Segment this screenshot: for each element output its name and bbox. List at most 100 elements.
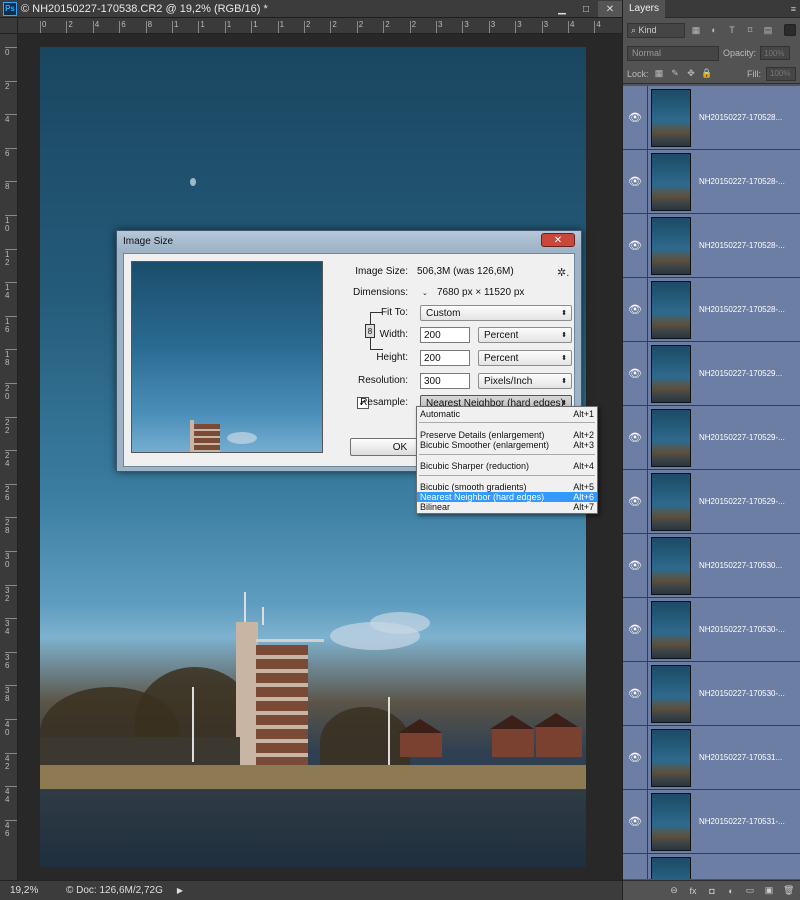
layer-name[interactable]: NH20150227-170530-... xyxy=(699,689,785,698)
layer-row[interactable]: 👁 NH20150227-170528-... xyxy=(623,213,800,278)
layer-thumbnail[interactable] xyxy=(651,472,691,531)
visibility-eye-icon[interactable]: 👁 xyxy=(623,239,647,252)
visibility-eye-icon[interactable]: 👁 xyxy=(623,367,647,380)
layer-row[interactable]: 👁 NH20150227-170530-... xyxy=(623,597,800,662)
visibility-eye-icon[interactable]: 👁 xyxy=(623,495,647,508)
visibility-eye-icon[interactable]: 👁 xyxy=(623,751,647,764)
layer-name[interactable]: NH20150227-170528-... xyxy=(699,241,785,250)
height-input[interactable]: 200 xyxy=(420,350,470,366)
layer-thumbnail[interactable] xyxy=(651,152,691,211)
resample-menu-item[interactable]: Bicubic Smoother (enlargement) Alt+3 xyxy=(417,440,597,450)
link-icon[interactable]: ⊖ xyxy=(669,885,679,896)
layer-row[interactable]: 👁 NH20150227-170529-... xyxy=(623,469,800,534)
close-document-button[interactable]: ✕ xyxy=(598,1,622,17)
adjustment-icon[interactable]: ◐ xyxy=(726,886,736,896)
group-icon[interactable]: ▭ xyxy=(745,885,755,896)
layer-thumbnail[interactable] xyxy=(651,408,691,467)
shape-filter-icon[interactable]: ⌑ xyxy=(743,24,757,37)
layer-row[interactable]: 👁 NH20150227-170528... xyxy=(623,86,800,150)
layer-thumbnail[interactable] xyxy=(651,728,691,787)
dimensions-chevron-icon[interactable]: ⌄ xyxy=(422,289,428,297)
layers-list[interactable]: 👁 NH20150227-170528... 👁 NH20150227-170528-… xyxy=(623,86,800,879)
image-preview[interactable] xyxy=(131,261,323,453)
opacity-field[interactable]: 100% xyxy=(760,46,791,60)
layer-thumbnail[interactable] xyxy=(651,856,691,879)
height-unit-select[interactable]: Percent ⬍ xyxy=(478,350,572,366)
lock-pixels-icon[interactable]: ✎ xyxy=(670,68,681,79)
resample-menu-item[interactable]: Preserve Details (enlargement) Alt+2 xyxy=(417,430,597,440)
resample-menu-item[interactable]: Automatic Alt+1 xyxy=(417,409,597,419)
dimensions-value[interactable]: 7680 px × 11520 px xyxy=(437,287,524,298)
layer-thumbnail[interactable] xyxy=(651,88,691,147)
layer-thumbnail[interactable] xyxy=(651,280,691,339)
layer-row[interactable]: 👁 NH20150227-170528-... xyxy=(623,277,800,342)
layer-thumbnail[interactable] xyxy=(651,216,691,275)
layer-name[interactable]: NH20150227-170531-... xyxy=(699,817,785,826)
pixel-filter-icon[interactable]: ▦ xyxy=(689,24,703,37)
visibility-eye-icon[interactable]: 👁 xyxy=(623,559,647,572)
layer-row[interactable]: 👁 NH20150227-170529-... xyxy=(623,405,800,470)
resolution-input[interactable]: 300 xyxy=(420,373,470,389)
resample-menu-item[interactable]: Bilinear Alt+7 xyxy=(417,502,597,512)
layer-name[interactable]: NH20150227-170529-... xyxy=(699,433,785,442)
layer-name[interactable]: NH20150227-170529... xyxy=(699,369,782,378)
visibility-eye-icon[interactable]: 👁 xyxy=(623,111,647,124)
horizontal-ruler[interactable]: 0 2 4 6 8 1 1 1 1 1 2 2 2 2 2 3 3 3 3 3 4 4 xyxy=(18,18,622,34)
layer-name[interactable]: NH20150227-170529-... xyxy=(699,497,785,506)
minimize-button[interactable]: ▁ xyxy=(550,1,574,17)
tab-layers[interactable]: Layers xyxy=(623,0,666,18)
visibility-eye-icon[interactable]: 👁 xyxy=(623,687,647,700)
filter-kind-select[interactable]: ⌕ Kind xyxy=(627,22,685,38)
dialog-close-button[interactable]: ✕ xyxy=(541,233,575,247)
blend-mode-select[interactable]: Normal xyxy=(627,45,719,61)
status-menu-arrow-icon[interactable]: ▶ xyxy=(177,886,183,895)
maximize-button[interactable]: □ xyxy=(574,1,598,17)
layer-row[interactable]: 👁 xyxy=(623,853,800,879)
resample-menu-item[interactable]: Nearest Neighbor (hard edges) Alt+6 xyxy=(417,492,597,502)
smart-object-filter-icon[interactable]: ▤ xyxy=(761,24,775,37)
layer-row[interactable]: 👁 NH20150227-170529... xyxy=(623,341,800,406)
layer-thumbnail[interactable] xyxy=(651,792,691,851)
layer-row[interactable]: 👁 NH20150227-170530-... xyxy=(623,661,800,726)
layer-name[interactable]: NH20150227-170528-... xyxy=(699,305,785,314)
fx-icon[interactable]: fx xyxy=(688,886,698,896)
width-input[interactable]: 200 xyxy=(420,327,470,343)
layer-thumbnail[interactable] xyxy=(651,600,691,659)
new-layer-icon[interactable]: ▣ xyxy=(764,885,774,896)
gear-icon[interactable]: ✲. xyxy=(557,266,569,279)
resample-menu-item[interactable]: Bicubic (smooth gradients) Alt+5 xyxy=(417,482,597,492)
fit-to-select[interactable]: Custom ⬍ xyxy=(420,305,572,321)
panel-menu-icon[interactable]: ≡ xyxy=(791,4,796,14)
lock-position-icon[interactable]: ✥ xyxy=(686,68,697,79)
adjustment-filter-icon[interactable]: ◐ xyxy=(707,24,721,37)
layer-row[interactable]: 👁 NH20150227-170531-... xyxy=(623,789,800,854)
visibility-eye-icon[interactable]: 👁 xyxy=(623,303,647,316)
resample-menu-item[interactable]: Bicubic Sharper (reduction) Alt+4 xyxy=(417,461,597,471)
layer-name[interactable]: NH20150227-170530... xyxy=(699,561,782,570)
layer-thumbnail[interactable] xyxy=(651,664,691,723)
lock-transparency-icon[interactable]: ▦ xyxy=(654,68,665,79)
resolution-unit-select[interactable]: Pixels/Inch ⬍ xyxy=(478,373,572,389)
visibility-eye-icon[interactable]: 👁 xyxy=(623,623,647,636)
vertical-ruler[interactable]: 0 2 4 6 8 1 0 1 2 1 4 1 6 1 8 2 0 2 2 2 4 2 6 2 8 3 0 3 … xyxy=(0,34,18,880)
layer-row[interactable]: 👁 NH20150227-170530... xyxy=(623,533,800,598)
visibility-eye-icon[interactable]: 👁 xyxy=(623,431,647,444)
layer-row[interactable]: 👁 NH20150227-170531... xyxy=(623,725,800,790)
type-filter-icon[interactable]: T xyxy=(725,24,739,37)
layer-name[interactable]: NH20150227-170528-... xyxy=(699,177,785,186)
ruler-origin[interactable] xyxy=(0,18,18,34)
layer-row[interactable]: 👁 NH20150227-170528-... xyxy=(623,149,800,214)
layer-name[interactable]: NH20150227-170528... xyxy=(699,113,782,122)
layer-name[interactable]: NH20150227-170530-... xyxy=(699,625,785,634)
layer-thumbnail[interactable] xyxy=(651,344,691,403)
filter-toggle[interactable] xyxy=(784,24,796,36)
layer-name[interactable]: NH20150227-170531... xyxy=(699,753,782,762)
lock-all-icon[interactable]: 🔒 xyxy=(701,68,712,79)
visibility-eye-icon[interactable]: 👁 xyxy=(623,175,647,188)
fill-field[interactable]: 100% xyxy=(766,66,796,81)
zoom-level[interactable]: 19,2% xyxy=(0,885,60,896)
mask-icon[interactable]: ◘ xyxy=(707,886,717,896)
constrain-proportions-link-icon[interactable]: 8 xyxy=(365,324,375,338)
layer-thumbnail[interactable] xyxy=(651,536,691,595)
trash-icon[interactable]: 🗑 xyxy=(783,885,794,896)
